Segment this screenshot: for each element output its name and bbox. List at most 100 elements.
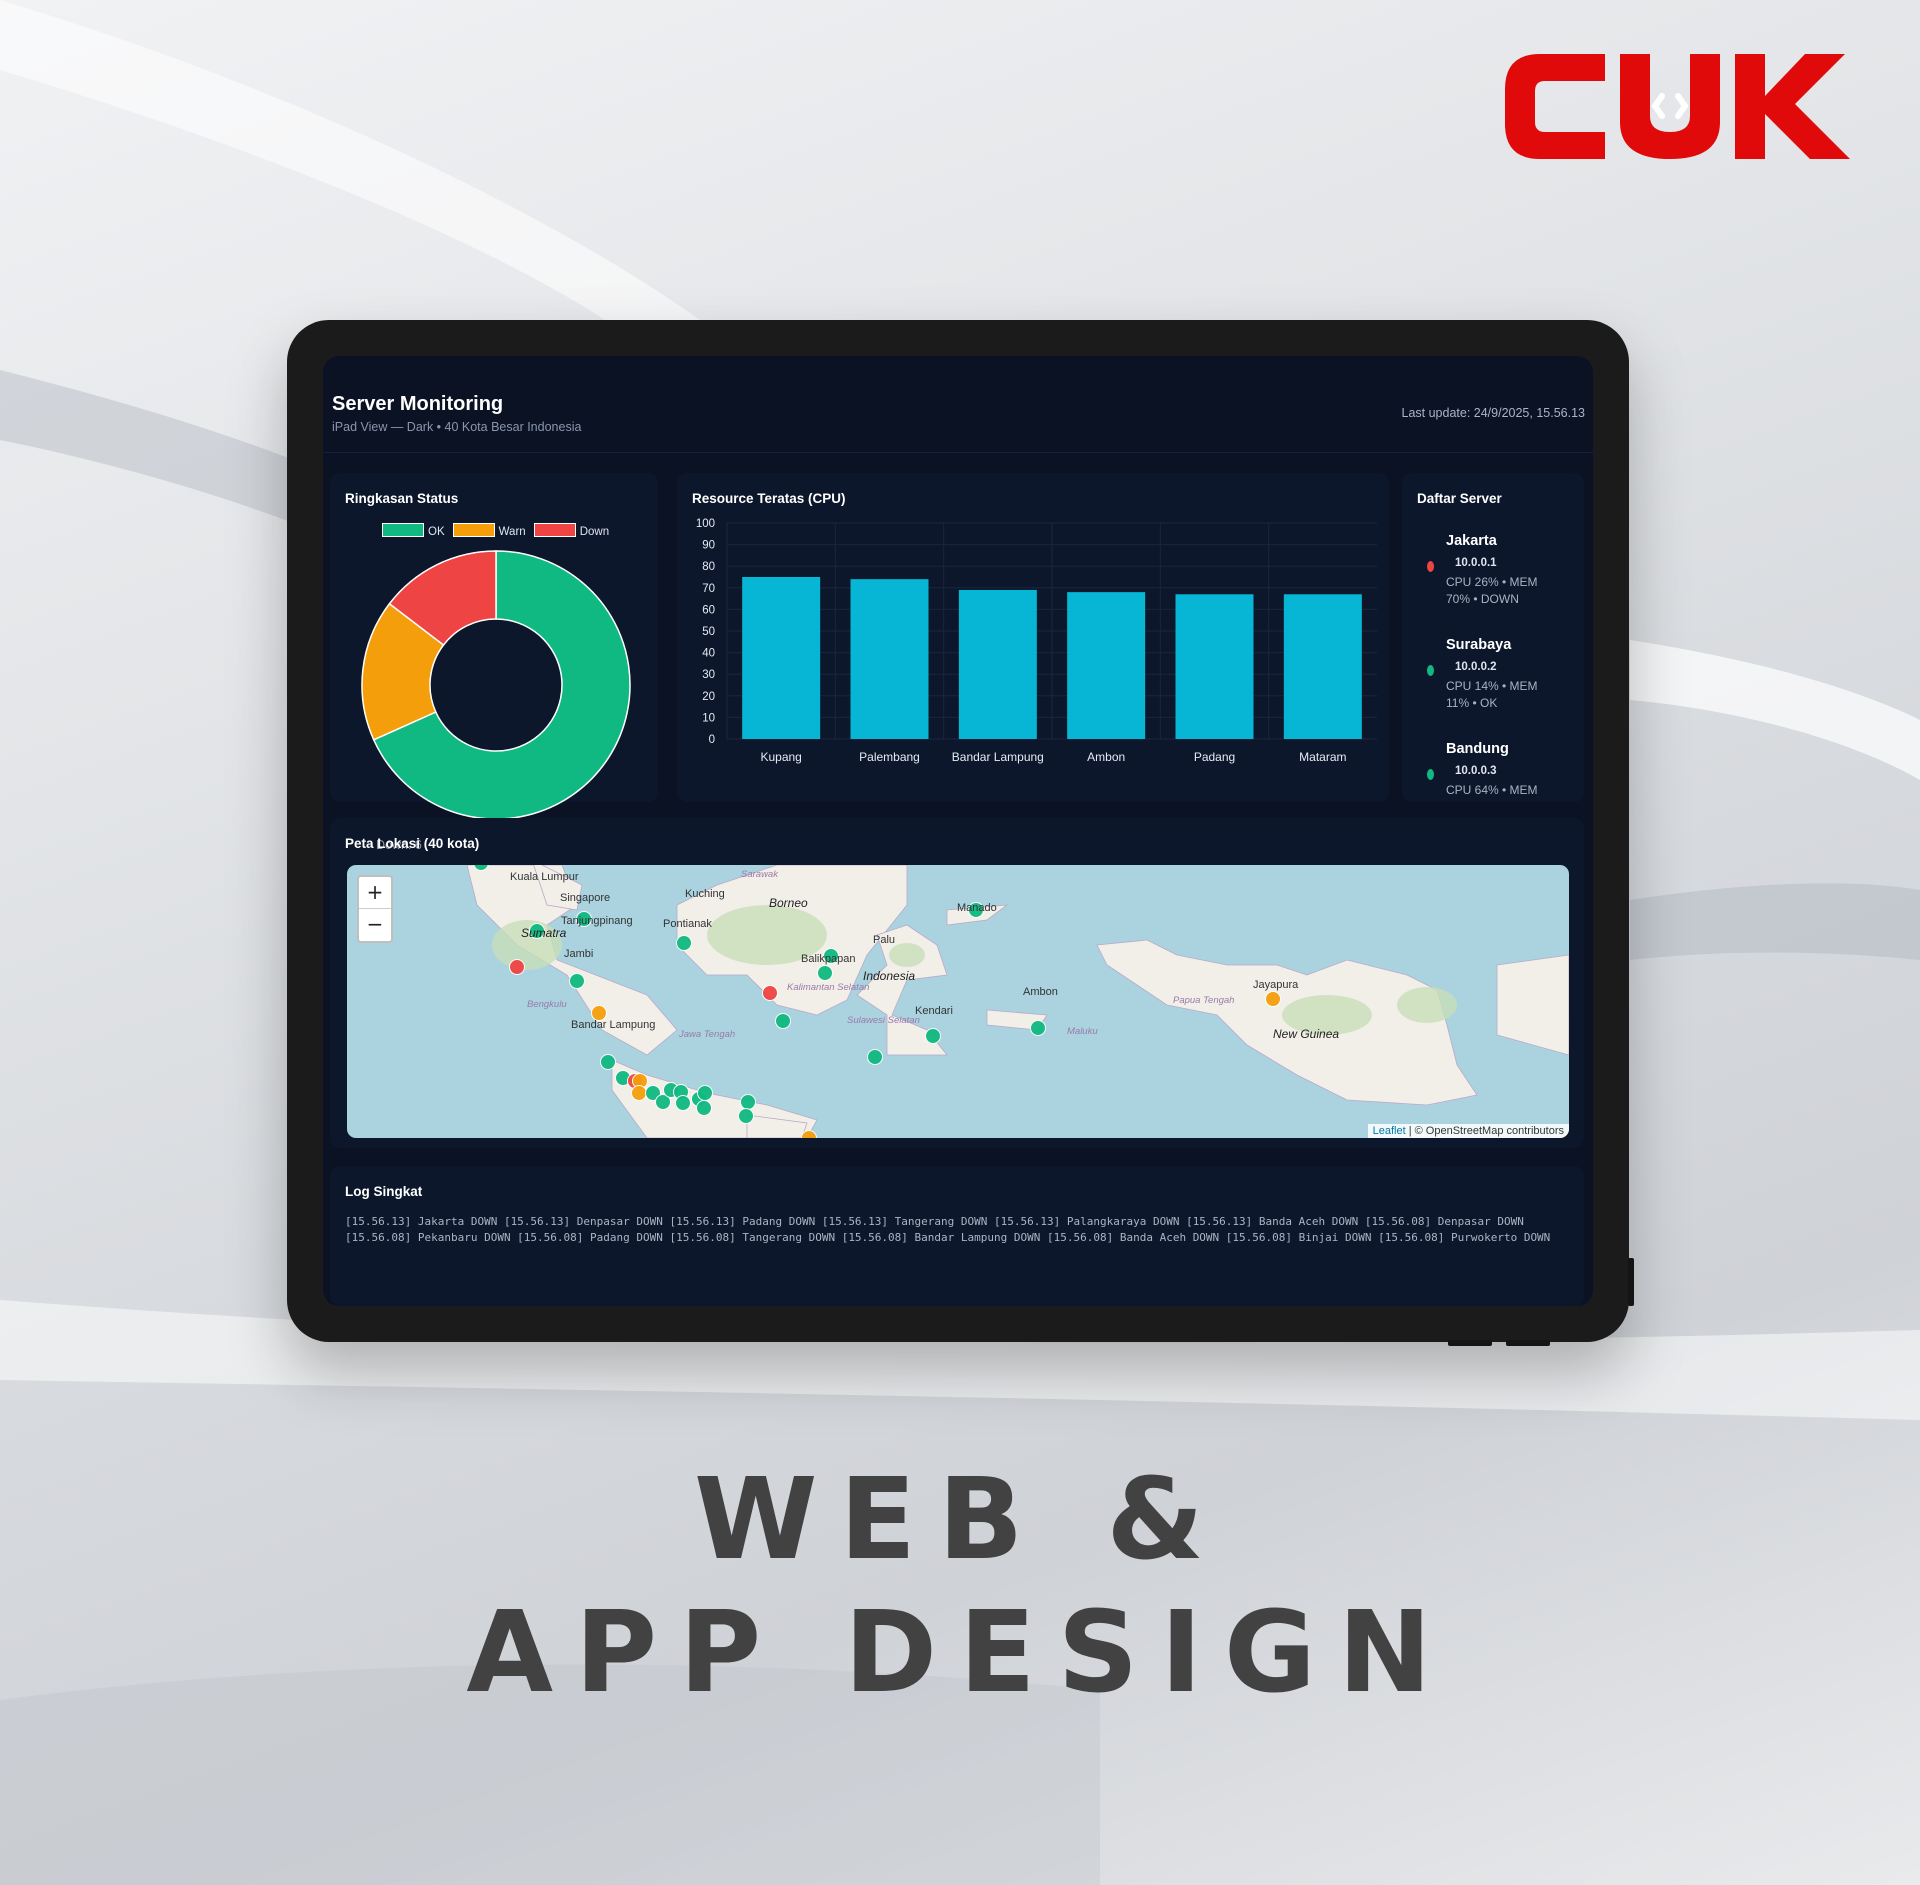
poster-headline-2: APP DESIGN [466,1588,1454,1718]
city-marker[interactable] [738,1108,754,1124]
map-zoom-control: + − [357,875,393,943]
city-marker[interactable] [1030,1020,1046,1036]
legend-ok-swatch [382,523,424,537]
server-detail: CPU 64% • MEM [1446,783,1538,797]
map-label-sumatra: Sumatra [521,926,567,940]
city-marker[interactable] [509,959,525,975]
map-label-new-guinea: New Guinea [1273,1027,1340,1041]
status-dot [1427,665,1434,676]
server-ip: 10.0.0.1 [1455,557,1497,569]
map-label-kendari: Kendari [915,1005,953,1017]
server-ip: 10.0.0.3 [1455,765,1497,777]
map-label-kuala-lumpur: Kuala Lumpur [510,871,579,883]
legend-warn-swatch [452,523,495,537]
server-item[interactable]: Surabaya 10.0.0.2 CPU 14% • MEM 11% • OK [1412,625,1572,729]
cpu-bar-padang[interactable] [1175,594,1254,739]
city-marker[interactable] [631,1085,647,1101]
tablet-side-button [1628,1258,1634,1306]
server-list-panel: Daftar Server Jakarta 10.0.0.1 CPU 26% •… [1402,473,1584,802]
poster-headline-1: WEB & [693,1455,1227,1585]
log-title: Log Singkat [345,1184,423,1199]
legend-down-swatch [533,523,576,537]
x-tick-label: Ambon [1087,750,1125,764]
status-dot [1427,769,1434,780]
map-label-indonesia: Indonesia [863,969,916,983]
y-tick-label: 10 [702,712,715,724]
dashboard-header: Server Monitoring iPad View — Dark • 40 … [323,356,1593,453]
y-tick-label: 20 [702,691,715,703]
legend-warn-label: Warn [498,526,526,538]
map-label-jayapura: Jayapura [1253,979,1299,991]
map-label-pontianak: Pontianak [663,918,712,930]
server-item[interactable]: Bandung 10.0.0.3 CPU 64% • MEM [1412,729,1572,806]
cpu-resource-panel: Resource Teratas (CPU) 0 10 20 30 40 50 60 70 80… [677,473,1389,802]
server-list[interactable]: Jakarta 10.0.0.1 CPU 26% • MEM 70% • DOW… [1412,521,1572,806]
map-label-kalimantan-selatan: Kalimantan Selatan [787,982,870,993]
server-item[interactable]: Jakarta 10.0.0.1 CPU 26% • MEM 70% • DOW… [1412,521,1572,625]
zoom-out-button[interactable]: − [359,909,391,940]
server-name: Bandung [1446,741,1509,757]
city-marker[interactable] [817,965,833,981]
x-tick-label: Kupang [760,750,801,764]
city-marker[interactable] [925,1028,941,1044]
status-donut-chart [361,550,631,820]
x-tick-label: Bandar Lampung [952,750,1044,764]
x-tick-label: Mataram [1299,750,1346,764]
map-panel: Down: 6 Peta Lokasi (40 kota) Kuala Lump… [330,818,1584,1148]
x-tick-label: Padang [1194,750,1235,764]
city-marker[interactable] [600,1054,616,1070]
city-marker[interactable] [675,1095,691,1111]
city-marker[interactable] [775,1013,791,1029]
map-title: Peta Lokasi (40 kota) [345,836,480,851]
city-marker[interactable] [676,935,692,951]
cpu-resource-title: Resource Teratas (CPU) [692,491,846,506]
y-tick-label: 0 [709,734,715,746]
map-label-balikpapan: Balikpapan [801,953,856,965]
city-marker[interactable] [697,1085,713,1101]
cpu-bar-mataram[interactable] [1283,594,1362,739]
cpu-bar-bandar-lampung[interactable] [958,589,1037,739]
cpu-bar-kupang[interactable] [742,577,821,739]
legend-down[interactable]: Down [533,523,609,538]
log-text: [15.56.13] Jakarta DOWN [15.56.13] Denpa… [345,1215,1551,1244]
log-panel: Log Singkat [15.56.13] Jakarta DOWN [15.… [330,1166,1584,1306]
location-map[interactable]: Kuala Lumpur Singapore Tanjungpinang Sum… [347,865,1569,1138]
server-ip: 10.0.0.2 [1455,661,1497,673]
city-marker[interactable] [569,973,585,989]
tablet-volume-button [1448,1340,1492,1346]
server-name: Jakarta [1446,533,1497,549]
map-label-papua-tengah: Papua Tengah [1173,995,1235,1006]
brand-logo [1505,54,1850,159]
tablet-frame: Server Monitoring iPad View — Dark • 40 … [287,320,1629,1342]
map-label-maluku: Maluku [1067,1026,1098,1037]
server-name: Surabaya [1446,637,1512,653]
status-dot [1427,561,1434,572]
y-tick-label: 50 [702,626,715,638]
legend-warn[interactable]: Warn [452,523,526,538]
map-label-singapore: Singapore [560,892,611,904]
leaflet-link[interactable]: Leaflet [1373,1125,1406,1137]
map-label-kuching: Kuching [685,888,725,900]
cpu-bar-palembang[interactable] [850,579,929,739]
server-detail: CPU 14% • MEM 11% • OK [1446,679,1538,710]
city-marker[interactable] [740,1094,756,1110]
map-label-borneo: Borneo [769,896,808,910]
y-tick-label: 90 [702,540,715,552]
city-marker[interactable] [867,1049,883,1065]
zoom-in-button[interactable]: + [359,877,391,909]
page-subtitle: iPad View — Dark • 40 Kota Besar Indones… [332,420,582,434]
server-list-title: Daftar Server [1417,491,1502,506]
city-marker[interactable] [762,985,778,1001]
map-label-palu: Palu [873,934,896,946]
cpu-bar-ambon[interactable] [1067,592,1146,739]
city-marker[interactable] [1265,991,1281,1007]
legend-ok[interactable]: OK [382,523,445,538]
map-label-jambi: Jambi [564,948,594,960]
dashboard-screen: Server Monitoring iPad View — Dark • 40 … [323,356,1593,1306]
map-label-ambon: Ambon [1023,986,1058,998]
status-legend: OK Warn Down [382,523,609,538]
map-label-tanjungpinang: Tanjungpinang [561,915,633,927]
y-tick-label: 80 [702,561,715,573]
map-label-sulawesi-selatan: Sulawesi Selatan [847,1015,920,1026]
city-marker[interactable] [696,1100,712,1116]
